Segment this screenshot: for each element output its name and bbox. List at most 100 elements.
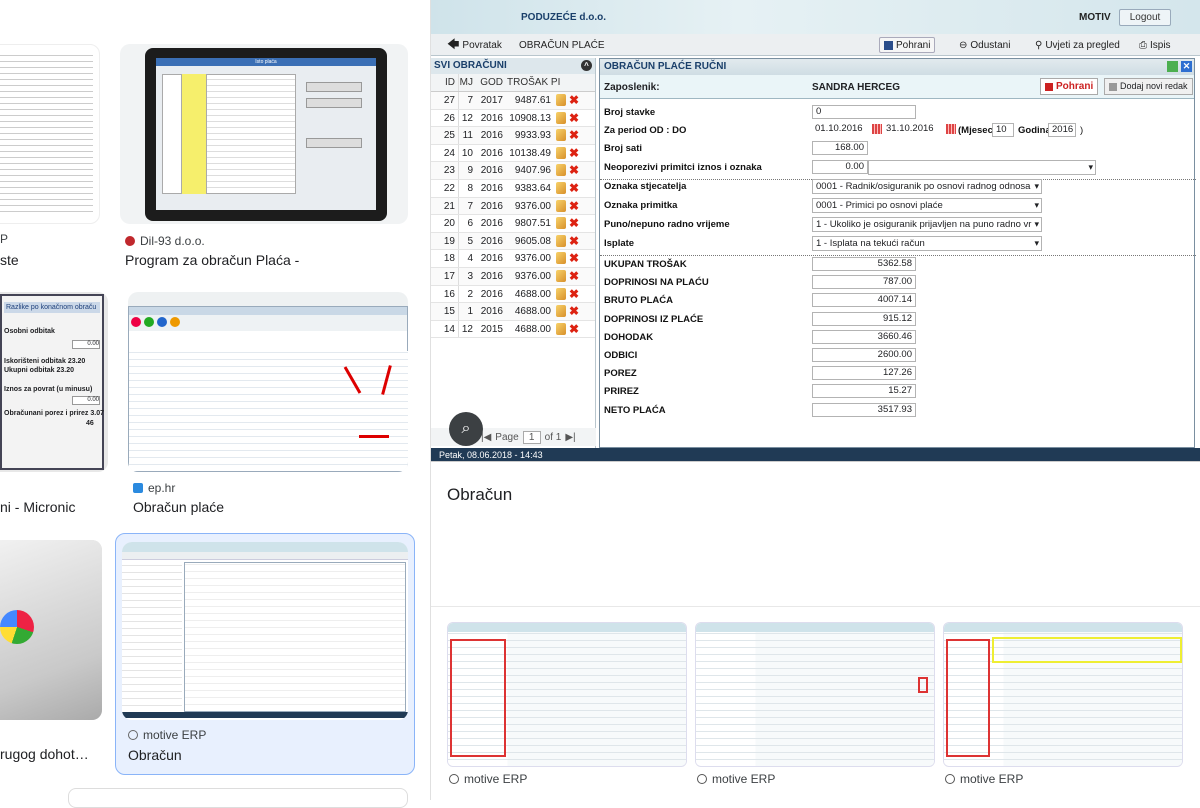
neoporezivi-select[interactable]	[868, 160, 1096, 175]
edit-icon[interactable]	[556, 164, 566, 177]
total-value[interactable]: 787.00	[812, 275, 916, 290]
total-value[interactable]: 4007.14	[812, 293, 916, 308]
total-value[interactable]: 15.27	[812, 384, 916, 399]
delete-icon[interactable]: ✖	[569, 217, 580, 229]
broj-stavke-input[interactable]: 0	[812, 105, 916, 119]
table-row[interactable]: 15 1 2016 4688.00 ✖	[431, 303, 595, 321]
edit-icon[interactable]	[556, 305, 566, 318]
save-button[interactable]: Pohrani	[879, 37, 936, 53]
delete-icon[interactable]: ✖	[569, 200, 580, 212]
last-page-icon[interactable]: ▶|	[565, 432, 575, 443]
total-value[interactable]: 915.12	[812, 311, 916, 326]
year-input[interactable]: 2016	[1048, 123, 1076, 137]
delete-icon[interactable]: ✖	[569, 270, 580, 282]
expand-icon[interactable]	[1167, 61, 1178, 72]
related-thumb-2[interactable]	[695, 622, 935, 767]
result-thumb-6[interactable]	[122, 542, 408, 720]
table-row[interactable]: 22 8 2016 9383.64 ✖	[431, 179, 595, 198]
print-button[interactable]: ⎙ Ispis	[1139, 37, 1171, 53]
delete-icon[interactable]: ✖	[569, 323, 580, 335]
delete-icon[interactable]: ✖	[569, 129, 580, 141]
total-value[interactable]: 2600.00	[812, 348, 916, 362]
delete-icon[interactable]: ✖	[569, 164, 580, 176]
cancel-button[interactable]: ⊖ Odustani	[959, 37, 1010, 53]
neoporezivi-input[interactable]: 0.00	[812, 160, 868, 174]
edit-icon[interactable]	[556, 322, 566, 335]
table-row[interactable]: 24 10 2016 10138.49 ✖	[431, 144, 595, 163]
result-title-4[interactable]: Obračun plaće	[133, 499, 224, 515]
table-row[interactable]: 18 4 2016 9376.00 ✖	[431, 250, 595, 268]
edit-icon[interactable]	[556, 269, 566, 282]
oznaka-stjecatelja-select[interactable]: 0001 - Radnik/osiguranik po osnovi radno…	[812, 179, 1042, 194]
col-god[interactable]: GOD	[475, 74, 505, 91]
edit-icon[interactable]	[556, 287, 566, 300]
edit-icon[interactable]	[556, 129, 566, 142]
lens-icon[interactable]: ⌕	[449, 412, 483, 446]
form-save-button[interactable]: Pohrani	[1040, 78, 1099, 95]
broj-sati-input[interactable]: 168.00	[812, 141, 868, 155]
edit-icon[interactable]	[556, 234, 566, 247]
result-title-5[interactable]: rugog dohot…	[0, 746, 89, 762]
result-thumb-3[interactable]: Razlike po konačnom obraču Osobni odbita…	[0, 292, 108, 472]
isplate-select[interactable]: 1 - Isplata na tekući račun	[812, 236, 1042, 251]
delete-icon[interactable]: ✖	[569, 94, 580, 106]
edit-icon[interactable]	[556, 217, 566, 230]
table-row[interactable]: 17 3 2016 9376.00 ✖	[431, 267, 595, 286]
calendar-icon[interactable]	[872, 124, 882, 134]
related-thumb-3[interactable]	[943, 622, 1183, 767]
delete-icon[interactable]: ✖	[569, 147, 580, 159]
radno-vrijeme-select[interactable]: 1 - Ukoliko je osiguranik prijavljen na …	[812, 217, 1042, 232]
conditions-button[interactable]: ⚲ Uvjeti za pregled	[1035, 37, 1120, 53]
table-row[interactable]: 20 6 2016 9807.51 ✖	[431, 215, 595, 233]
first-page-icon[interactable]: |◀	[481, 432, 491, 443]
col-id[interactable]: ID	[431, 74, 459, 91]
table-row[interactable]: 16 2 2016 4688.00 ✖	[431, 285, 595, 304]
total-value[interactable]: 3517.93	[812, 402, 916, 417]
result-title-1[interactable]: ste	[0, 252, 19, 268]
table-row[interactable]: 14 12 2015 4688.00 ✖	[431, 320, 595, 339]
result-thumb-1[interactable]	[0, 44, 100, 224]
delete-icon[interactable]: ✖	[569, 112, 580, 124]
delete-icon[interactable]: ✖	[569, 288, 580, 300]
back-button[interactable]: 🡄 Povratak	[447, 37, 502, 53]
edit-icon[interactable]	[556, 94, 566, 106]
oznaka-primitka-select[interactable]: 0001 - Primici po osnovi plaće	[812, 198, 1042, 213]
result-thumb-2[interactable]: Isto plaća	[120, 44, 408, 224]
total-value[interactable]: 5362.58	[812, 257, 916, 271]
period-from-input[interactable]: 01.10.2016	[812, 123, 872, 137]
period-to-input[interactable]: 31.10.2016	[883, 123, 943, 137]
edit-icon[interactable]	[556, 181, 566, 194]
delete-icon[interactable]: ✖	[569, 305, 580, 317]
table-row[interactable]: 19 5 2016 9605.08 ✖	[431, 232, 595, 251]
table-row[interactable]: 25 11 2016 9933.93 ✖	[431, 127, 595, 145]
edit-icon[interactable]	[556, 111, 566, 124]
calendar-icon[interactable]	[946, 124, 956, 134]
result-thumb-5[interactable]	[0, 540, 102, 720]
table-row[interactable]: 23 9 2016 9407.96 ✖	[431, 162, 595, 180]
related-thumb-1[interactable]	[447, 622, 687, 767]
close-icon[interactable]: ✕	[1181, 61, 1192, 72]
collapse-icon[interactable]: ^	[581, 60, 592, 71]
add-row-button[interactable]: Dodaj novi redak	[1104, 78, 1193, 95]
delete-icon[interactable]: ✖	[569, 182, 580, 194]
result-thumb-4[interactable]	[128, 292, 408, 472]
edit-icon[interactable]	[556, 199, 566, 212]
preview-image[interactable]: PODUZEĆE d.o.o. MOTIV Logout 🡄 Povratak O…	[431, 0, 1200, 462]
result-title-2[interactable]: Program za obračun Plaća -	[125, 252, 299, 268]
result-card-6-selected[interactable]: motive ERP Obračun	[115, 533, 415, 775]
edit-icon[interactable]	[556, 252, 566, 265]
delete-icon[interactable]: ✖	[569, 252, 580, 264]
page-input[interactable]: 1	[522, 430, 541, 444]
total-value[interactable]: 3660.46	[812, 329, 916, 344]
result-title-6[interactable]: Obračun	[128, 747, 182, 763]
result-title-3[interactable]: ni - Micronic	[0, 499, 75, 515]
table-row[interactable]: 27 7 2017 9487.61 ✖	[431, 92, 595, 110]
logout-button[interactable]: Logout	[1119, 9, 1171, 26]
table-row[interactable]: 26 12 2016 10908.13 ✖	[431, 109, 595, 128]
col-mj[interactable]: MJ	[459, 74, 475, 91]
table-row[interactable]: 21 7 2016 9376.00 ✖	[431, 197, 595, 216]
edit-icon[interactable]	[556, 146, 566, 159]
month-input[interactable]: 10	[992, 123, 1014, 137]
delete-icon[interactable]: ✖	[569, 235, 580, 247]
col-trosak[interactable]: TROŠAK PI	[505, 74, 561, 91]
